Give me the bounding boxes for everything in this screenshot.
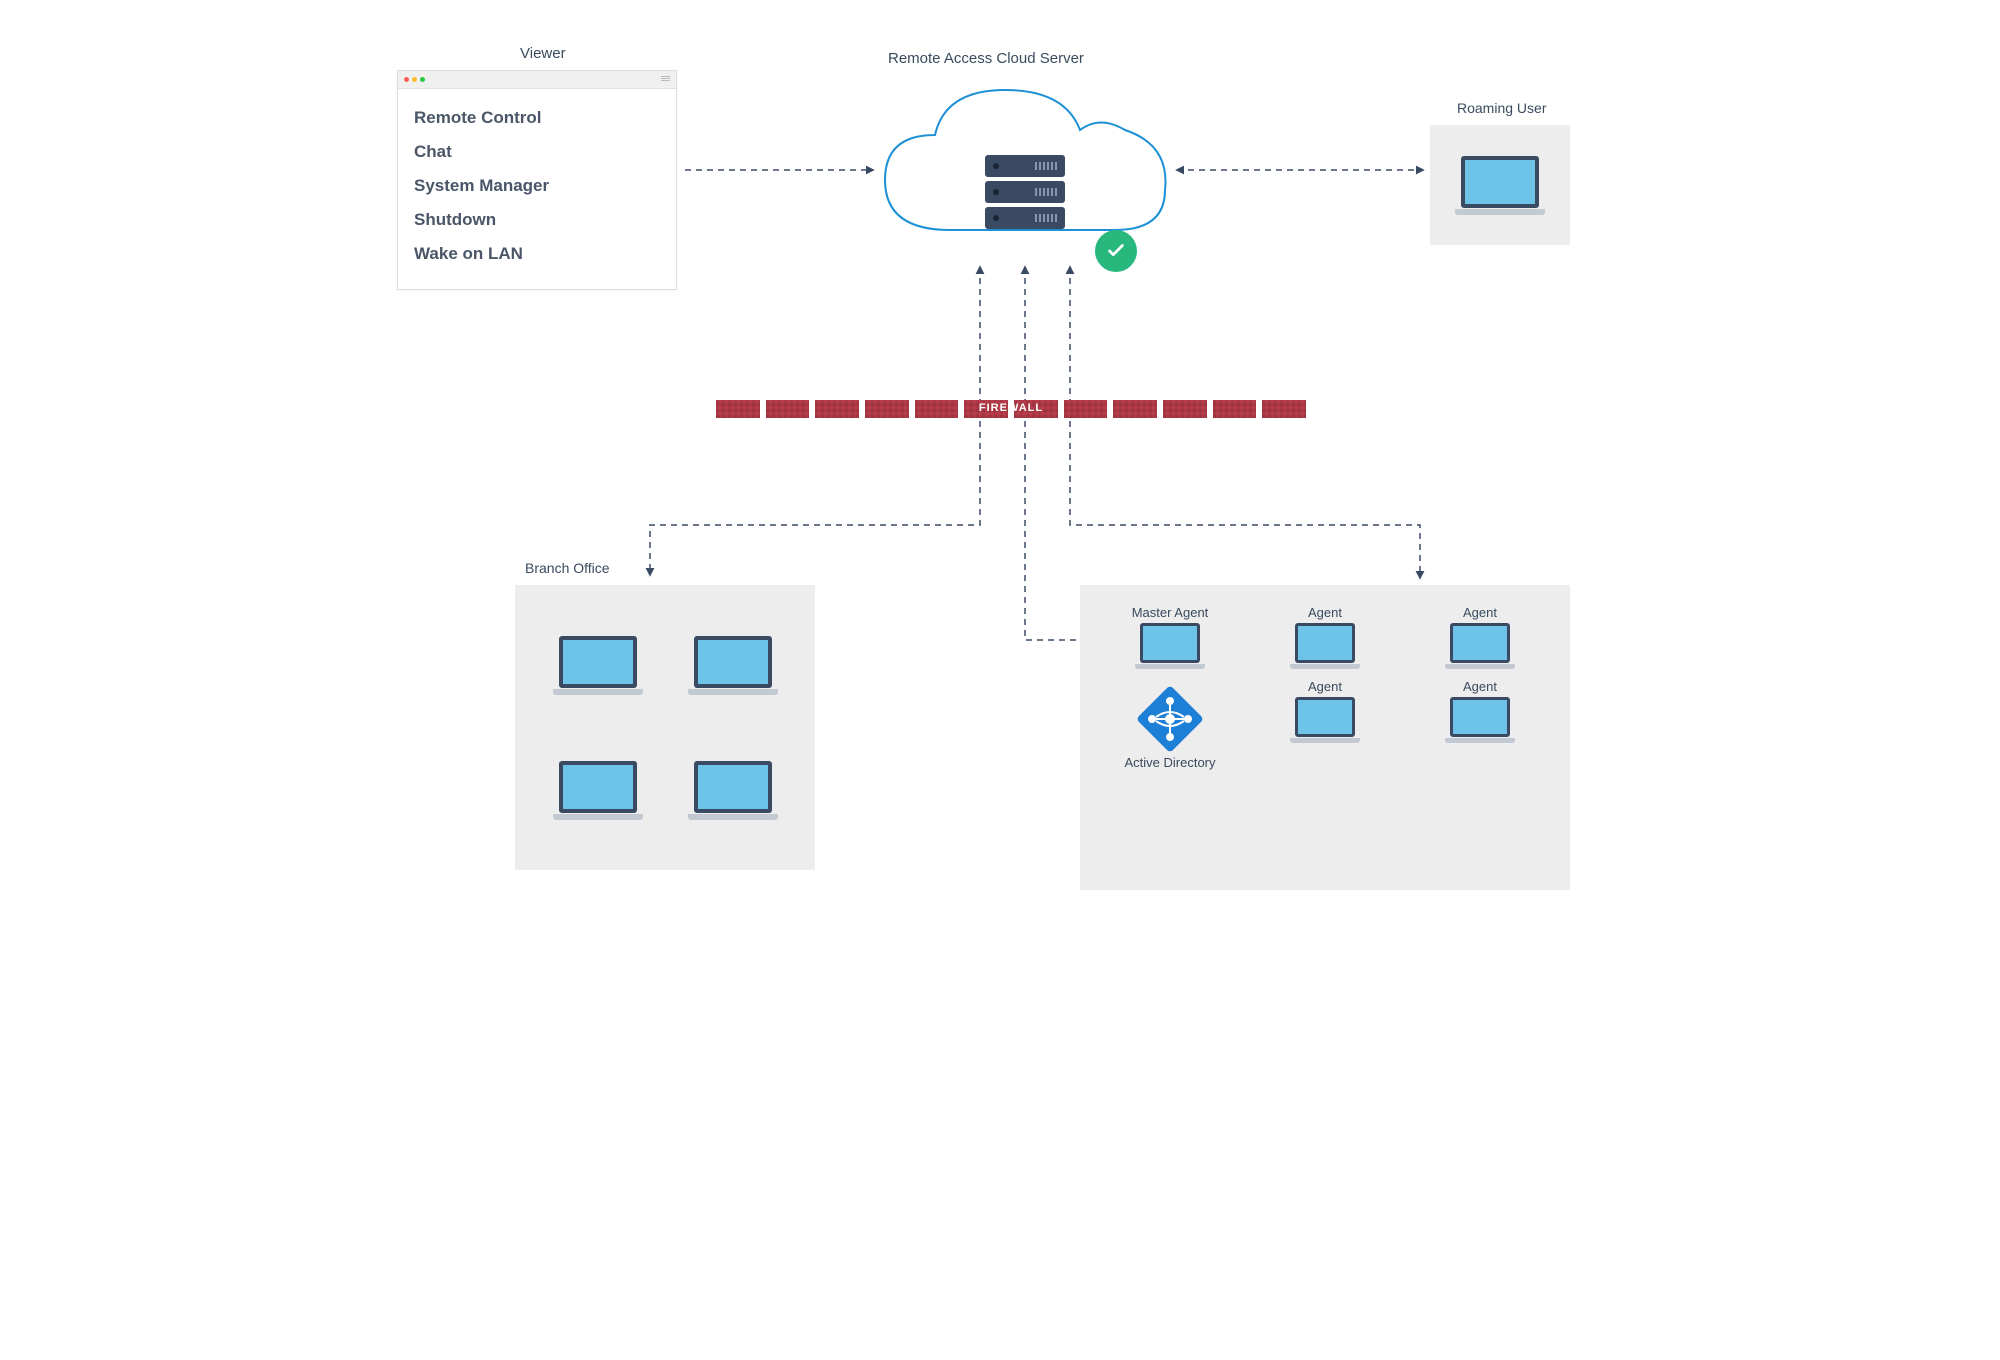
server-unit-icon [985, 207, 1065, 229]
active-directory: Active Directory [1105, 679, 1235, 770]
viewer-item-system-manager: System Manager [414, 169, 660, 203]
viewer-item-chat: Chat [414, 135, 660, 169]
viewer-titlebar [398, 71, 676, 89]
branch-office-box [515, 585, 815, 870]
server-unit-icon [985, 155, 1065, 177]
viewer-item-remote-control: Remote Control [414, 101, 660, 135]
laptop-icon [1445, 697, 1515, 743]
viewer-item-wake-on-lan: Wake on LAN [414, 237, 660, 271]
laptop-icon [688, 636, 778, 695]
conn-cloud-branch [650, 267, 980, 575]
agent-node: Agent [1260, 679, 1390, 770]
diagram-stage: Viewer Remote Control Chat System Manage… [320, 20, 1680, 920]
laptop-icon [1455, 156, 1545, 215]
branch-office-title: Branch Office [525, 560, 610, 576]
agent-node: Agent [1415, 605, 1545, 669]
agent-node: Agent [1260, 605, 1390, 669]
active-directory-icon [1138, 687, 1202, 751]
agent-label: Agent [1308, 605, 1342, 620]
cloud-title: Remote Access Cloud Server [888, 50, 1084, 67]
viewer-menu-list: Remote Control Chat System Manager Shutd… [398, 89, 676, 289]
active-directory-label: Active Directory [1124, 755, 1215, 770]
agent-label: Agent [1463, 605, 1497, 620]
viewer-window: Remote Control Chat System Manager Shutd… [397, 70, 677, 290]
agent-node: Agent [1415, 679, 1545, 770]
laptop-icon [688, 761, 778, 820]
laptop-icon [1290, 623, 1360, 669]
agents-box: Master Agent Agent Agent [1080, 585, 1570, 890]
agent-label: Agent [1463, 679, 1497, 694]
firewall-bar: FIREWALL [716, 400, 1306, 418]
server-rack-icon [985, 155, 1065, 233]
conn-cloud-agents [1070, 267, 1420, 578]
hamburger-icon [661, 76, 670, 81]
master-agent: Master Agent [1105, 605, 1235, 669]
viewer-item-shutdown: Shutdown [414, 203, 660, 237]
laptop-icon [553, 761, 643, 820]
laptop-icon [1445, 623, 1515, 669]
viewer-title: Viewer [520, 45, 566, 62]
laptop-icon [1135, 623, 1205, 669]
check-badge-icon [1095, 230, 1137, 272]
window-minimize-icon [412, 77, 417, 82]
laptop-icon [1290, 697, 1360, 743]
master-agent-label: Master Agent [1132, 605, 1209, 620]
agent-label: Agent [1308, 679, 1342, 694]
window-maximize-icon [420, 77, 425, 82]
roaming-user-title: Roaming User [1457, 100, 1546, 116]
window-close-icon [404, 77, 409, 82]
server-unit-icon [985, 181, 1065, 203]
laptop-icon [553, 636, 643, 695]
firewall-label: FIREWALL [979, 402, 1043, 414]
roaming-user-box [1430, 125, 1570, 245]
cloud-server [875, 75, 1175, 265]
